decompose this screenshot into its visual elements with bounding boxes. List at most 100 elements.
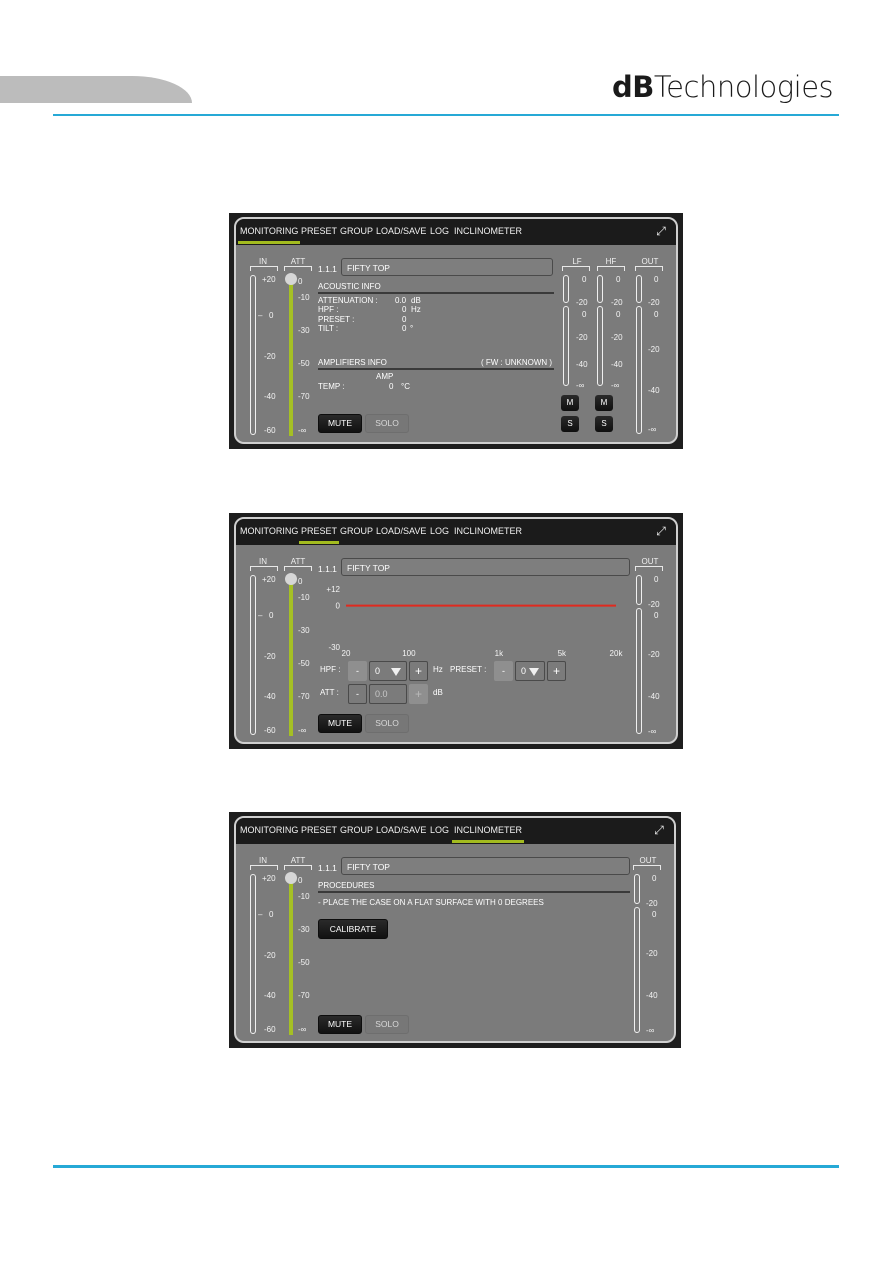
hpf-label: HPF : [318,305,339,314]
solo-button[interactable]: SOLO [365,714,409,733]
preset-decrement-button[interactable]: - [494,661,513,681]
tab-monitoring[interactable]: MONITORING [240,825,298,835]
screenshot-inclinometer: MONITORING PRESET GROUP LOAD/SAVE LOG IN… [229,812,681,1048]
out-scale-label: -∞ [648,727,657,736]
in-header: IN [259,257,267,266]
tab-log[interactable]: LOG [430,226,449,236]
preset-value: 0 [402,315,407,324]
lf-scale-label: 0 [582,310,587,319]
lf-scale-label: -20 [576,333,588,342]
tab-inclinometer[interactable]: INCLINOMETER [454,226,522,236]
att-value-field[interactable]: 0.0 [369,684,407,704]
in-scale-label: -20 [264,352,276,361]
hf-solo-button[interactable]: S [595,416,613,432]
speaker-name-field[interactable]: FIFTY TOP [341,258,553,276]
hf-header: HF [605,257,617,266]
hpf-value: 0 [375,666,381,676]
att-fader-knob[interactable] [285,872,297,884]
app-window: MONITORING PRESET GROUP LOAD/SAVE LOG IN… [234,217,678,444]
out-meter [636,608,642,734]
att-increment-button[interactable]: + [409,684,428,704]
amp-column-header: AMP [376,372,394,381]
att-fader-track[interactable] [289,878,293,1035]
att-scale-label: -30 [298,925,310,934]
tab-group[interactable]: GROUP [340,526,373,536]
preset-select[interactable]: 0 [515,661,545,681]
brand-logo: dBTechnologies [612,70,834,104]
expand-icon[interactable]: ⤢ [654,224,668,238]
solo-button[interactable]: SOLO [365,1015,409,1034]
mute-button[interactable]: MUTE [318,714,362,733]
out-header: OUT [641,557,659,566]
tab-monitoring[interactable]: MONITORING [237,226,301,244]
tab-log[interactable]: LOG [430,825,449,835]
hf-top-meter [597,275,603,303]
att-fader-knob[interactable] [285,273,297,285]
lf-bracket [562,266,590,271]
att-scale-label: -50 [298,958,310,967]
hf-scale-label: -40 [611,360,623,369]
att-unit: dB [433,688,443,697]
tab-monitoring[interactable]: MONITORING [240,526,298,536]
att-bracket [284,566,312,571]
att-scale-label: -70 [298,692,310,701]
in-scale-label: -40 [264,692,276,701]
in-scale-label: 0 [269,611,274,620]
mute-button[interactable]: MUTE [318,414,362,433]
speaker-name-field[interactable]: FIFTY TOP [341,558,630,576]
lf-meter [563,306,569,386]
expand-icon[interactable]: ⤢ [654,524,668,538]
tab-preset[interactable]: PRESET [301,825,337,835]
speaker-name-field[interactable]: FIFTY TOP [341,857,630,875]
lf-scale-label: -40 [576,360,588,369]
hf-bracket [597,266,625,271]
tab-inclinometer[interactable]: INCLINOMETER [454,526,522,536]
hf-scale-label: 0 [616,275,621,284]
att-scale-label: -∞ [298,1025,307,1034]
in-meter [250,874,256,1034]
in-scale-label: -60 [264,426,276,435]
hpf-increment-button[interactable]: + [409,661,428,681]
header-tab-shape [0,76,192,103]
tab-preset[interactable]: PRESET [301,226,337,236]
tab-preset[interactable]: PRESET [298,526,340,544]
tilt-label: TILT : [318,324,339,333]
lf-solo-button[interactable]: S [561,416,579,432]
in-scale-label: +20 [262,275,276,284]
mute-button[interactable]: MUTE [318,1015,362,1034]
att-scale-label: 0 [298,577,303,586]
hpf-decrement-button[interactable]: - [348,661,367,681]
out-scale-label: -20 [648,600,660,609]
att-decrement-button[interactable]: - [348,684,367,704]
in-zero-tick: – [258,910,263,919]
temp-label: TEMP : [318,382,345,391]
tab-inclinometer[interactable]: INCLINOMETER [451,825,525,843]
tab-load-save[interactable]: LOAD/SAVE [376,825,426,835]
out-bracket [633,865,661,870]
screenshot-preset: MONITORING PRESET GROUP LOAD/SAVE LOG IN… [229,513,683,749]
out-scale-label: -20 [648,345,660,354]
lf-mute-button[interactable]: M [561,395,579,411]
calibrate-button[interactable]: CALIBRATE [318,919,388,939]
solo-button[interactable]: SOLO [365,414,409,433]
tab-log[interactable]: LOG [430,526,449,536]
tab-load-save[interactable]: LOAD/SAVE [376,526,426,536]
att-fader-track[interactable] [289,279,293,436]
expand-icon[interactable]: ⤢ [652,823,666,837]
tab-load-save[interactable]: LOAD/SAVE [376,226,426,236]
hf-scale-label: 0 [616,310,621,319]
hf-mute-button[interactable]: M [595,395,613,411]
tab-group[interactable]: GROUP [340,825,373,835]
calibration-instruction: - PLACE THE CASE ON A FLAT SURFACE WITH … [318,898,544,907]
hpf-select[interactable]: 0 [369,661,407,681]
att-fader-knob[interactable] [285,573,297,585]
preset-increment-button[interactable]: + [547,661,566,681]
amplifiers-info-title: AMPLIFIERS INFO [318,358,387,367]
preset-value: 0 [521,666,527,676]
out-scale-label: -∞ [646,1026,655,1035]
hpf-label: HPF : [320,665,341,674]
att-scale-label: 0 [298,277,303,286]
in-scale-label: 0 [269,311,274,320]
att-fader-track[interactable] [289,579,293,736]
tab-group[interactable]: GROUP [340,226,373,236]
